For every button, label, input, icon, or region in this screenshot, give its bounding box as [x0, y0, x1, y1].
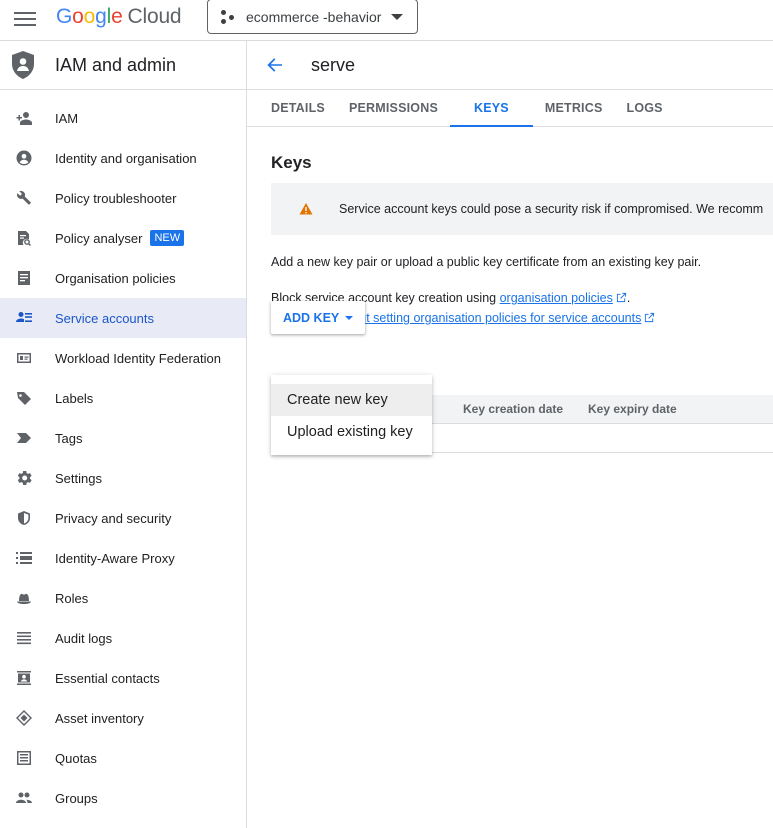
project-name: ecommerce -behavior: [246, 8, 382, 25]
sidebar-nav: IAM Identity and organisation Policy troub…: [0, 90, 246, 818]
column-key-expiry-date[interactable]: Key expiry date: [588, 402, 677, 416]
chevron-down-icon: [391, 13, 403, 20]
project-icon: [220, 9, 236, 25]
column-key-creation-date[interactable]: Key creation date: [463, 402, 563, 416]
sidebar-item-identity-aware-proxy[interactable]: Identity-Aware Proxy: [0, 538, 246, 578]
sidebar-item-service-accounts[interactable]: Service accounts: [0, 298, 246, 338]
warning-icon: [299, 203, 313, 215]
sidebar-item-organisation-policies[interactable]: Organisation policies: [0, 258, 246, 298]
sidebar-item-privacy-and-security[interactable]: Privacy and security: [0, 498, 246, 538]
group-icon: [15, 790, 32, 807]
sidebar-item-groups[interactable]: Groups: [0, 778, 246, 818]
sidebar-item-workload-identity-federation[interactable]: Workload Identity Federation: [0, 338, 246, 378]
sidebar-item-quotas[interactable]: Quotas: [0, 738, 246, 778]
warning-text: Service account keys could pose a securi…: [339, 202, 764, 216]
person-add-icon: [15, 110, 32, 127]
external-link-icon: [645, 312, 655, 323]
sidebar-item-label: Labels: [55, 390, 94, 406]
tab-details[interactable]: DETAILS: [259, 90, 337, 127]
sidebar-item-labels[interactable]: Labels: [0, 378, 246, 418]
account-circle-icon: [15, 150, 32, 167]
external-link-icon: [616, 292, 626, 303]
new-badge: NEW: [150, 230, 185, 246]
sidebar-item-label: Quotas: [55, 750, 97, 766]
tab-bar: DETAILS PERMISSIONS KEYS METRICS LOGS: [247, 90, 773, 127]
policy-analyser-icon: [15, 230, 32, 247]
sidebar-item-audit-logs[interactable]: Audit logs: [0, 618, 246, 658]
sidebar-item-label: Audit logs: [55, 630, 113, 646]
sidebar-item-label: Roles: [55, 590, 89, 606]
tab-keys[interactable]: KEYS: [449, 90, 533, 127]
add-key-label: ADD KEY: [283, 310, 340, 325]
tag-icon: [15, 430, 32, 447]
hamburger-menu-icon[interactable]: [14, 8, 36, 28]
sidebar-item-label: Tags: [55, 430, 83, 446]
logo-cloud-text: Cloud: [127, 5, 182, 28]
sidebar-title: IAM and admin: [55, 54, 177, 75]
section-title: Keys: [271, 153, 312, 172]
contacts-icon: [15, 670, 32, 687]
add-key-menu: Create new key Upload existing key: [271, 375, 432, 455]
sidebar-item-identity-and-organisation[interactable]: Identity and organisation: [0, 138, 246, 178]
sidebar-item-tags[interactable]: Tags: [0, 418, 246, 458]
google-cloud-logo[interactable]: Google Cloud: [56, 5, 182, 29]
page-header: serve: [247, 41, 773, 90]
gear-icon: [15, 470, 32, 487]
sidebar-item-policy-analyser[interactable]: Policy analyser NEW: [0, 218, 246, 258]
wrench-icon: [15, 190, 32, 207]
dropdown-arrow-icon: [345, 315, 354, 320]
period-text: .: [626, 291, 631, 305]
sidebar-item-label: Policy analyser: [55, 230, 143, 246]
sidebar-item-roles[interactable]: Roles: [0, 578, 246, 618]
sidebar: IAM and admin IAM Identity and organisati…: [0, 41, 247, 828]
top-bar: Google Cloud ecommerce -behavior: [0, 0, 773, 41]
main-content: serve DETAILS PERMISSIONS KEYS METRICS LOGS …: [247, 41, 773, 828]
sidebar-item-label: Identity-Aware Proxy: [55, 550, 175, 566]
tab-logs[interactable]: LOGS: [614, 90, 674, 127]
intro-text: Add a new key pair or upload a public ke…: [271, 255, 702, 269]
sidebar-item-label: Groups: [55, 790, 98, 806]
sidebar-item-label: Workload Identity Federation: [55, 350, 221, 366]
layers-icon: [15, 710, 32, 727]
quota-icon: [15, 750, 32, 767]
page-title: serve: [311, 54, 356, 75]
sidebar-item-label: Service accounts: [55, 310, 154, 326]
proxy-icon: [15, 550, 32, 567]
document-icon: [15, 270, 32, 287]
sidebar-item-label: Policy troubleshooter: [55, 190, 177, 206]
iam-shield-icon: [12, 51, 34, 79]
sidebar-item-settings[interactable]: Settings: [0, 458, 246, 498]
label-icon: [15, 390, 32, 407]
sidebar-item-policy-troubleshooter[interactable]: Policy troubleshooter: [0, 178, 246, 218]
project-selector[interactable]: ecommerce -behavior: [207, 0, 418, 34]
sidebar-item-label: IAM: [55, 110, 79, 126]
list-icon: [15, 630, 32, 647]
id-card-icon: [15, 350, 32, 367]
tab-metrics[interactable]: METRICS: [533, 90, 615, 127]
tab-permissions[interactable]: PERMISSIONS: [337, 90, 450, 127]
sidebar-item-asset-inventory[interactable]: Asset inventory: [0, 698, 246, 738]
sidebar-item-label: Essential contacts: [55, 670, 160, 686]
menu-item-create-new-key[interactable]: Create new key: [271, 384, 432, 416]
sidebar-item-essential-contacts[interactable]: Essential contacts: [0, 658, 246, 698]
sidebar-item-label: Asset inventory: [55, 710, 144, 726]
hat-icon: [15, 590, 32, 607]
sidebar-item-iam[interactable]: IAM: [0, 98, 246, 138]
security-warning-banner: Service account keys could pose a securi…: [271, 183, 773, 235]
back-arrow-icon[interactable]: [265, 55, 285, 75]
service-account-icon: [15, 310, 32, 327]
sidebar-header: IAM and admin: [0, 41, 246, 90]
sidebar-item-label: Privacy and security: [55, 510, 172, 526]
add-key-button[interactable]: ADD KEY: [271, 301, 365, 334]
sidebar-item-label: Settings: [55, 470, 102, 486]
shield-icon: [15, 510, 32, 527]
sidebar-item-label: Identity and organisation: [55, 150, 197, 166]
menu-item-upload-existing-key[interactable]: Upload existing key: [271, 416, 432, 448]
organisation-policies-link[interactable]: organisation policies: [500, 291, 613, 305]
sidebar-item-label: Organisation policies: [55, 270, 176, 286]
